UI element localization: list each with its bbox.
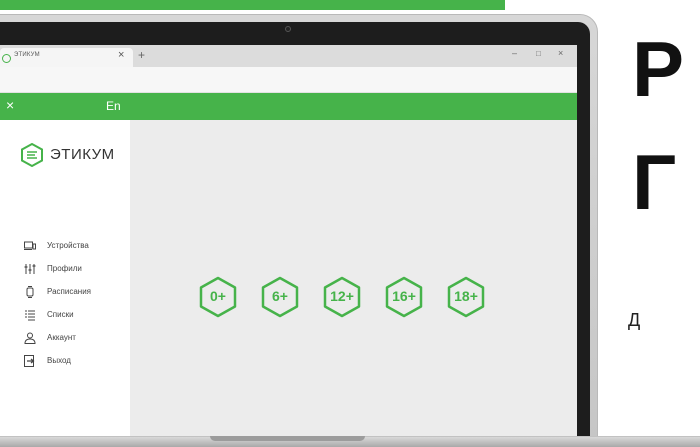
devices-icon [24,241,36,250]
age-rating-label: 18+ [454,288,478,304]
new-tab-button[interactable]: + [138,48,145,62]
sidebar-item-label: Аккаунт [47,333,76,342]
age-rating-label: 0+ [210,288,226,304]
tab-title: ЭТИКУМ [14,52,40,58]
logo-text: ЭТИКУМ [50,146,115,163]
age-rating-12[interactable]: 12+ [320,275,364,319]
address-bar[interactable] [0,67,577,93]
age-rating-label: 6+ [272,288,288,304]
browser-tab[interactable]: ЭТИКУМ × [0,48,133,67]
age-rating-0[interactable]: 0+ [196,275,240,319]
sliders-icon [24,264,36,274]
sidebar: ЭТИКУМ Устройства Профили Расписания Спи… [0,120,130,440]
sidebar-item-label: Устройства [47,241,89,250]
logout-icon [24,355,35,367]
tab-close-icon[interactable]: × [118,49,124,61]
main-content: 0+ 6+ 12+ 16+ 18+ [130,120,577,440]
headline-fragment-1: Р [632,25,685,113]
logo-hexagon-icon [21,143,43,167]
age-rating-16[interactable]: 16+ [382,275,426,319]
close-menu-icon[interactable]: × [6,97,14,113]
watch-icon [26,286,34,298]
sidebar-item-lists[interactable]: Списки [24,309,128,323]
age-rating-label: 16+ [392,288,416,304]
sidebar-item-logout[interactable]: Выход [24,355,128,369]
age-rating-6[interactable]: 6+ [258,275,302,319]
favicon-icon [2,54,11,63]
sidebar-item-label: Выход [47,356,71,365]
sidebar-item-devices[interactable]: Устройства [24,240,128,254]
age-rating-18[interactable]: 18+ [444,275,488,319]
age-rating-label: 12+ [330,288,354,304]
language-switch[interactable]: En [106,99,121,113]
sidebar-item-label: Списки [47,310,74,319]
sidebar-item-label: Профили [47,264,82,273]
sidebar-item-schedules[interactable]: Расписания [24,286,128,300]
browser-tab-bar: ЭТИКУМ × + – □ × [0,45,577,67]
screen: ЭТИКУМ × + – □ × × En ЭТИКУМ Устройства [0,45,577,440]
sidebar-item-label: Расписания [47,287,91,296]
headline-fragment-2: Г [632,138,677,226]
list-icon [25,310,35,321]
minimize-button[interactable]: – [512,48,517,58]
sidebar-item-profiles[interactable]: Профили [24,263,128,277]
top-accent-bar [0,0,505,10]
sidebar-item-account[interactable]: Аккаунт [24,332,128,346]
close-window-button[interactable]: × [558,48,563,58]
body-text-fragment: Д [628,310,641,330]
app-header: × En [0,93,577,120]
logo: ЭТИКУМ [20,143,130,167]
maximize-button[interactable]: □ [536,49,541,58]
user-icon [24,332,36,344]
laptop-base-notch [210,436,365,441]
camera-icon [285,26,291,32]
